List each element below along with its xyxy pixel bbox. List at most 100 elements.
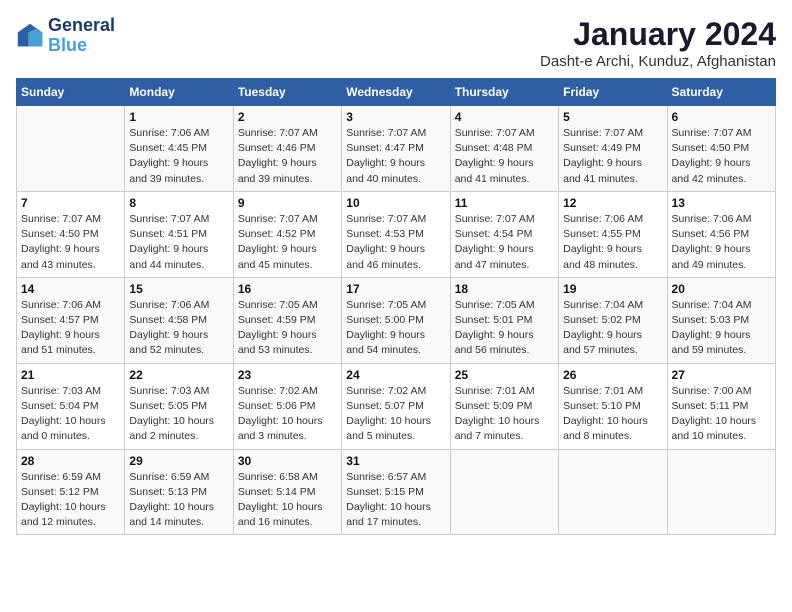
col-header-tuesday: Tuesday: [233, 79, 341, 106]
day-number: 23: [238, 368, 337, 382]
logo: General Blue: [16, 16, 115, 56]
day-info: Sunrise: 7:05 AMSunset: 4:59 PMDaylight:…: [238, 298, 337, 359]
day-number: 9: [238, 196, 337, 210]
day-info: Sunrise: 7:06 AMSunset: 4:56 PMDaylight:…: [672, 212, 771, 273]
day-info: Sunrise: 7:05 AMSunset: 5:01 PMDaylight:…: [455, 298, 554, 359]
day-info: Sunrise: 7:02 AMSunset: 5:07 PMDaylight:…: [346, 384, 445, 445]
day-number: 19: [563, 282, 662, 296]
day-number: 26: [563, 368, 662, 382]
day-number: 31: [346, 454, 445, 468]
col-header-saturday: Saturday: [667, 79, 775, 106]
day-info: Sunrise: 6:59 AMSunset: 5:13 PMDaylight:…: [129, 470, 228, 531]
calendar-cell: [559, 449, 667, 535]
calendar-cell: 3Sunrise: 7:07 AMSunset: 4:47 PMDaylight…: [342, 106, 450, 192]
calendar-cell: 13 Sunrise: 7:06 AMSunset: 4:56 PMDayligh…: [667, 191, 775, 277]
day-info: Sunrise: 7:04 AMSunset: 5:03 PMDaylight:…: [672, 298, 771, 359]
calendar-cell: 7 Sunrise: 7:07 AMSunset: 4:50 PMDaylight…: [17, 191, 125, 277]
week-row-1: 1Sunrise: 7:06 AMSunset: 4:45 PMDaylight…: [17, 106, 776, 192]
calendar-cell: 5Sunrise: 7:07 AMSunset: 4:49 PMDaylight…: [559, 106, 667, 192]
day-info: Sunrise: 6:57 AMSunset: 5:15 PMDaylight:…: [346, 470, 445, 531]
calendar-cell: 24 Sunrise: 7:02 AMSunset: 5:07 PMDayligh…: [342, 363, 450, 449]
calendar-cell: 21Sunrise: 7:03 AMSunset: 5:04 PMDayligh…: [17, 363, 125, 449]
calendar-cell: [667, 449, 775, 535]
header-row: SundayMondayTuesdayWednesdayThursdayFrid…: [17, 79, 776, 106]
day-number: 16: [238, 282, 337, 296]
day-info: Sunrise: 7:07 AMSunset: 4:50 PMDaylight:…: [672, 126, 771, 187]
calendar-cell: 18 Sunrise: 7:05 AMSunset: 5:01 PMDayligh…: [450, 277, 558, 363]
calendar-cell: 9 Sunrise: 7:07 AMSunset: 4:52 PMDaylight…: [233, 191, 341, 277]
day-info: Sunrise: 7:04 AMSunset: 5:02 PMDaylight:…: [563, 298, 662, 359]
calendar-cell: 1Sunrise: 7:06 AMSunset: 4:45 PMDaylight…: [125, 106, 233, 192]
day-number: 2: [238, 110, 337, 124]
week-row-3: 14 Sunrise: 7:06 AMSunset: 4:57 PMDayligh…: [17, 277, 776, 363]
day-info: Sunrise: 7:05 AMSunset: 5:00 PMDaylight:…: [346, 298, 445, 359]
day-number: 5: [563, 110, 662, 124]
calendar-cell: 11 Sunrise: 7:07 AMSunset: 4:54 PMDayligh…: [450, 191, 558, 277]
day-number: 25: [455, 368, 554, 382]
day-info: Sunrise: 6:58 AMSunset: 5:14 PMDaylight:…: [238, 470, 337, 531]
calendar-cell: 10 Sunrise: 7:07 AMSunset: 4:53 PMDayligh…: [342, 191, 450, 277]
day-number: 12: [563, 196, 662, 210]
day-number: 20: [672, 282, 771, 296]
calendar-cell: 15 Sunrise: 7:06 AMSunset: 4:58 PMDayligh…: [125, 277, 233, 363]
day-info: Sunrise: 7:06 AMSunset: 4:57 PMDaylight:…: [21, 298, 120, 359]
day-number: 15: [129, 282, 228, 296]
week-row-5: 28Sunrise: 6:59 AMSunset: 5:12 PMDayligh…: [17, 449, 776, 535]
day-number: 27: [672, 368, 771, 382]
subtitle: Dasht-e Archi, Kunduz, Afghanistan: [540, 53, 776, 70]
day-info: Sunrise: 7:06 AMSunset: 4:58 PMDaylight:…: [129, 298, 228, 359]
calendar-cell: 31 Sunrise: 6:57 AMSunset: 5:15 PMDayligh…: [342, 449, 450, 535]
col-header-sunday: Sunday: [17, 79, 125, 106]
day-info: Sunrise: 7:01 AMSunset: 5:09 PMDaylight:…: [455, 384, 554, 445]
day-number: 29: [129, 454, 228, 468]
day-number: 14: [21, 282, 120, 296]
calendar-cell: 19 Sunrise: 7:04 AMSunset: 5:02 PMDayligh…: [559, 277, 667, 363]
calendar-cell: 14 Sunrise: 7:06 AMSunset: 4:57 PMDayligh…: [17, 277, 125, 363]
calendar-cell: 20 Sunrise: 7:04 AMSunset: 5:03 PMDayligh…: [667, 277, 775, 363]
day-number: 6: [672, 110, 771, 124]
day-number: 11: [455, 196, 554, 210]
calendar-cell: 2 Sunrise: 7:07 AMSunset: 4:46 PMDaylight…: [233, 106, 341, 192]
calendar-cell: 30 Sunrise: 6:58 AMSunset: 5:14 PMDayligh…: [233, 449, 341, 535]
main-title: January 2024: [540, 16, 776, 53]
calendar-cell: 8 Sunrise: 7:07 AMSunset: 4:51 PMDaylight…: [125, 191, 233, 277]
col-header-friday: Friday: [559, 79, 667, 106]
day-info: Sunrise: 7:07 AMSunset: 4:54 PMDaylight:…: [455, 212, 554, 273]
calendar-cell: 17Sunrise: 7:05 AMSunset: 5:00 PMDayligh…: [342, 277, 450, 363]
day-number: 3: [346, 110, 445, 124]
calendar-cell: 22 Sunrise: 7:03 AMSunset: 5:05 PMDayligh…: [125, 363, 233, 449]
week-row-2: 7 Sunrise: 7:07 AMSunset: 4:50 PMDaylight…: [17, 191, 776, 277]
day-info: Sunrise: 7:07 AMSunset: 4:46 PMDaylight:…: [238, 126, 337, 187]
day-info: Sunrise: 7:07 AMSunset: 4:48 PMDaylight:…: [455, 126, 554, 187]
day-info: Sunrise: 7:07 AMSunset: 4:53 PMDaylight:…: [346, 212, 445, 273]
logo-text: General Blue: [48, 16, 115, 56]
calendar-cell: [17, 106, 125, 192]
day-info: Sunrise: 7:07 AMSunset: 4:51 PMDaylight:…: [129, 212, 228, 273]
col-header-monday: Monday: [125, 79, 233, 106]
day-number: 8: [129, 196, 228, 210]
logo-icon: [16, 22, 44, 50]
calendar-cell: 12Sunrise: 7:06 AMSunset: 4:55 PMDayligh…: [559, 191, 667, 277]
calendar-table: SundayMondayTuesdayWednesdayThursdayFrid…: [16, 78, 776, 535]
calendar-cell: [450, 449, 558, 535]
day-number: 24: [346, 368, 445, 382]
day-number: 30: [238, 454, 337, 468]
day-number: 21: [21, 368, 120, 382]
calendar-cell: 27 Sunrise: 7:00 AMSunset: 5:11 PMDayligh…: [667, 363, 775, 449]
day-number: 7: [21, 196, 120, 210]
col-header-wednesday: Wednesday: [342, 79, 450, 106]
week-row-4: 21Sunrise: 7:03 AMSunset: 5:04 PMDayligh…: [17, 363, 776, 449]
day-info: Sunrise: 7:03 AMSunset: 5:05 PMDaylight:…: [129, 384, 228, 445]
day-number: 10: [346, 196, 445, 210]
day-number: 22: [129, 368, 228, 382]
day-info: Sunrise: 6:59 AMSunset: 5:12 PMDaylight:…: [21, 470, 120, 531]
day-number: 13: [672, 196, 771, 210]
calendar-cell: 29 Sunrise: 6:59 AMSunset: 5:13 PMDayligh…: [125, 449, 233, 535]
day-info: Sunrise: 7:07 AMSunset: 4:50 PMDaylight:…: [21, 212, 120, 273]
day-info: Sunrise: 7:00 AMSunset: 5:11 PMDaylight:…: [672, 384, 771, 445]
calendar-cell: 28Sunrise: 6:59 AMSunset: 5:12 PMDayligh…: [17, 449, 125, 535]
day-info: Sunrise: 7:06 AMSunset: 4:45 PMDaylight:…: [129, 126, 228, 187]
calendar-cell: 4Sunrise: 7:07 AMSunset: 4:48 PMDaylight…: [450, 106, 558, 192]
day-number: 18: [455, 282, 554, 296]
day-info: Sunrise: 7:07 AMSunset: 4:52 PMDaylight:…: [238, 212, 337, 273]
